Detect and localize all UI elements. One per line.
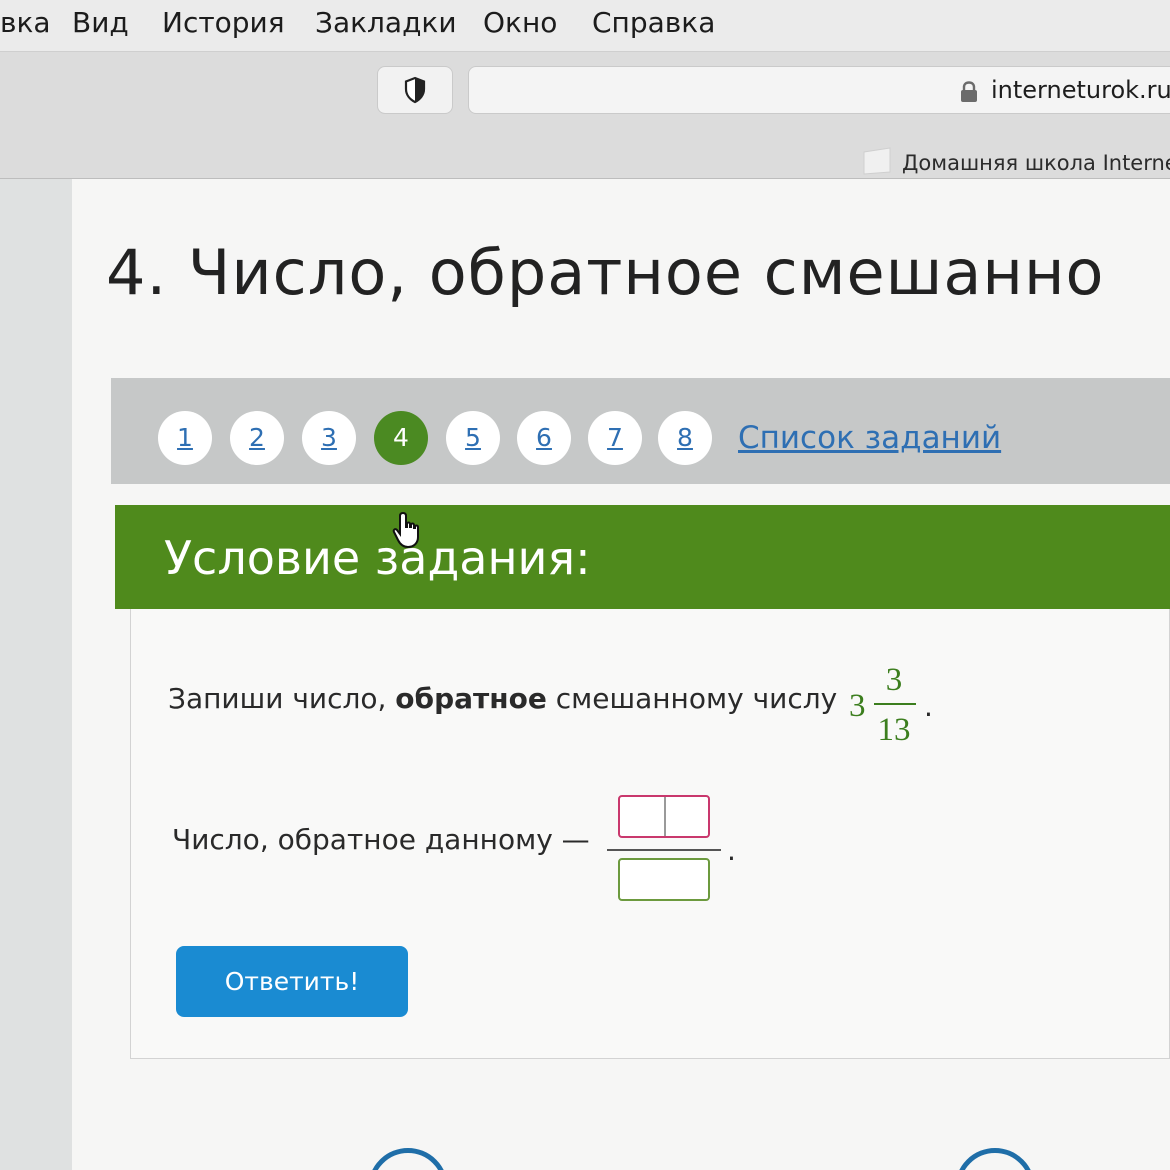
- url-text: interneturok.ru: [991, 76, 1170, 104]
- task-nav-7[interactable]: 7: [588, 411, 642, 465]
- menu-item-history[interactable]: История: [162, 6, 285, 39]
- task-nav-3[interactable]: 3: [302, 411, 356, 465]
- question-text-part: смешанному числу: [546, 682, 838, 715]
- task-nav-5[interactable]: 5: [446, 411, 500, 465]
- menu-item-view[interactable]: Вид: [72, 6, 129, 39]
- condition-title: Условие задания:: [164, 531, 591, 585]
- task-nav-8[interactable]: 8: [658, 411, 712, 465]
- menu-item-help[interactable]: Справка: [592, 6, 715, 39]
- task-nav-4-active[interactable]: 4: [374, 411, 428, 465]
- answer-label: Число, обратное данному —: [172, 823, 590, 856]
- hand-pointer-icon: [392, 511, 419, 549]
- shield-icon: [404, 76, 426, 104]
- task-nav-2[interactable]: 2: [230, 411, 284, 465]
- answer-period: .: [727, 834, 736, 867]
- answer-denominator-input[interactable]: [618, 858, 710, 901]
- answer-fraction-bar: [607, 849, 721, 851]
- page-title: 4. Число, обратное смешанно: [106, 236, 1105, 309]
- fraction-bar: [874, 703, 916, 705]
- menu-item-window[interactable]: Окно: [483, 6, 557, 39]
- task-list-link[interactable]: Список заданий: [738, 420, 1001, 456]
- question-period: .: [924, 690, 933, 723]
- question-text: Запиши число, обратное смешанному числу: [168, 682, 837, 715]
- mixed-number-numerator: 3: [885, 662, 903, 698]
- menu-bar: вка Вид История Закладки Окно Справка: [0, 0, 1170, 52]
- privacy-report-button[interactable]: [377, 66, 453, 114]
- address-bar[interactable]: interneturok.ru: [468, 66, 1170, 114]
- input-cursor-divider: [664, 797, 666, 836]
- bookmark-favicon-icon: [863, 147, 891, 175]
- menu-item-bookmarks[interactable]: Закладки: [315, 6, 457, 39]
- question-emphasis: обратное: [395, 682, 547, 715]
- bookmark-link[interactable]: Домашняя школа Interne: [902, 151, 1170, 175]
- question-text-part: Запиши число,: [168, 682, 396, 715]
- browser-toolbar: interneturok.ru Домашняя школа Interne: [0, 52, 1170, 179]
- lock-icon: [961, 81, 977, 102]
- mixed-number-whole: 3: [849, 688, 866, 724]
- task-nav-6[interactable]: 6: [517, 411, 571, 465]
- mixed-number-denominator: 13: [877, 712, 911, 748]
- task-nav-1[interactable]: 1: [158, 411, 212, 465]
- menu-item-edit[interactable]: вка: [0, 6, 51, 39]
- submit-answer-button[interactable]: Ответить!: [176, 946, 408, 1017]
